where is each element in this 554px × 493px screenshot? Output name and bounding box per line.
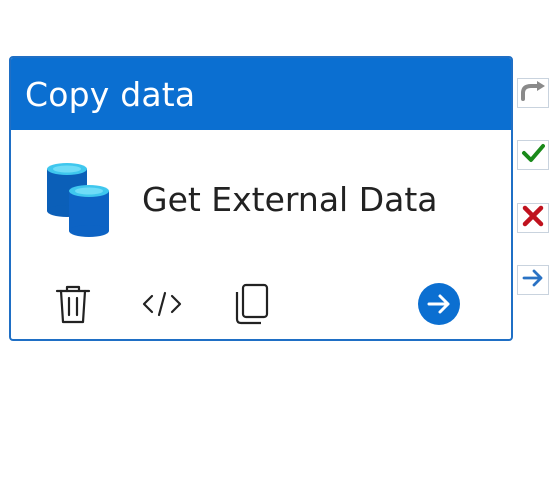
redo-arrow-icon	[519, 80, 547, 106]
on-completion-output-button[interactable]	[517, 265, 549, 295]
copy-icon	[231, 282, 271, 330]
trash-icon	[53, 283, 93, 329]
on-failure-output-button[interactable]	[517, 203, 549, 233]
code-button[interactable]	[140, 284, 184, 328]
on-success-output-button[interactable]	[517, 140, 549, 170]
checkmark-icon	[521, 142, 545, 168]
canvas: Copy data Get External Data	[0, 0, 554, 493]
skip-output-button[interactable]	[517, 78, 549, 108]
activity-name[interactable]: Get External Data	[142, 180, 438, 219]
open-activity-button[interactable]	[417, 282, 461, 330]
arrow-right-icon	[521, 267, 545, 293]
activity-toolbar	[11, 278, 511, 330]
code-icon	[141, 289, 183, 323]
activity-type-label: Copy data	[25, 74, 196, 114]
clone-button[interactable]	[229, 282, 273, 330]
activity-card[interactable]: Copy data Get External Data	[9, 56, 513, 341]
delete-button[interactable]	[51, 284, 95, 328]
activity-card-body: Get External Data	[11, 130, 511, 260]
database-icon	[45, 163, 111, 237]
arrow-right-circle-icon	[417, 282, 461, 330]
x-icon	[521, 204, 545, 232]
activity-card-header: Copy data	[11, 58, 511, 130]
